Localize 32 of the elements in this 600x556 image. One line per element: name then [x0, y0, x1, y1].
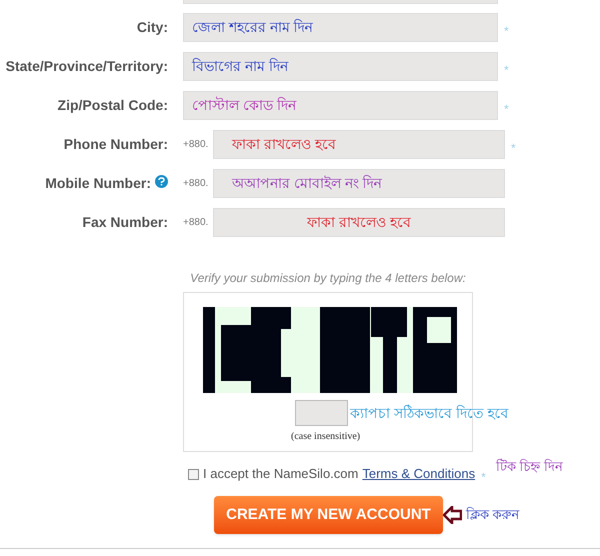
input-field[interactable]: পোস্টাল কোড দিন [183, 91, 498, 120]
case-hint: (case insensitive) [291, 430, 360, 444]
field-label: Fax Number: [82, 213, 168, 232]
field-label: Mobile Number: [45, 174, 151, 193]
required-mark: * [481, 469, 486, 486]
input-field[interactable]: জেলা শহরের নাম দিন [183, 13, 498, 42]
field-label: City: [136, 18, 168, 37]
field-label: Phone Number: [64, 135, 168, 154]
country-code: +880. [183, 216, 210, 230]
arrow-icon [443, 506, 462, 524]
captcha-prompt: Verify your submission by typing the 4 letters below: [190, 270, 466, 287]
input-field[interactable]: ফাকা রাখলেও হবে [213, 208, 505, 237]
terms-checkbox[interactable] [188, 468, 199, 480]
input-field[interactable]: ফাকা রাখলেও হবে [213, 130, 505, 159]
required-mark: * [504, 62, 509, 78]
help-icon[interactable] [155, 175, 168, 188]
input-field[interactable]: বিভাগের নাম দিন [183, 52, 498, 81]
captcha-input[interactable] [295, 400, 348, 426]
input-field[interactable]: অআপনার মোবাইল নং দিন [213, 169, 505, 198]
field-label: Zip/Postal Code: [58, 96, 168, 115]
checkbox-note: টিক চিহ্ন দিন [496, 458, 563, 476]
required-mark: * [504, 22, 509, 40]
field-label: State/Province/Territory: [6, 57, 168, 76]
terms-text: I accept the NameSilo.com [203, 465, 358, 484]
required-mark: * [504, 100, 509, 118]
country-code: +880. [183, 177, 210, 191]
country-code: +880. [183, 138, 210, 152]
captcha-note: ক্যাপচা সঠিকভাবে দিতে হবে [350, 404, 509, 423]
terms-link[interactable]: Terms & Conditions [362, 464, 476, 484]
create-account-button[interactable]: CREATE MY NEW ACCOUNT [214, 496, 443, 534]
button-note: ক্লিক করুন [466, 506, 520, 524]
required-mark: * [511, 140, 516, 156]
